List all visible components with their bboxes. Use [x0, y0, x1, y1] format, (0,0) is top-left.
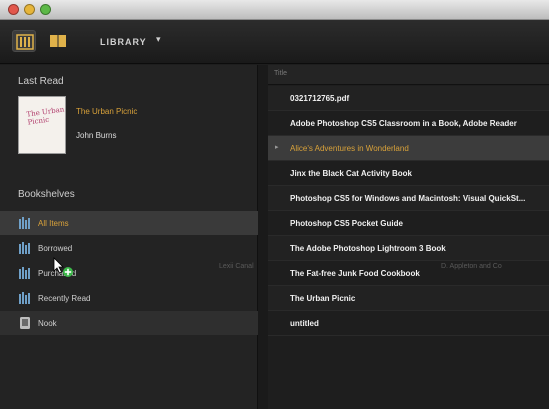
toolbar: LIBRARY ▾	[0, 20, 549, 64]
close-window-button[interactable]	[8, 4, 19, 15]
last-read-book-cover[interactable]: The Urban Picnic	[18, 96, 66, 154]
reading-view-button[interactable]	[46, 30, 70, 52]
book-row[interactable]: Photoshop CS5 for Windows and Macintosh:…	[268, 186, 549, 211]
last-read-book-author: John Burns	[76, 131, 117, 140]
book-title: Adobe Photoshop CS5 Classroom in a Book,…	[290, 119, 517, 128]
title-bar	[0, 0, 549, 20]
last-read-heading: Last Read	[18, 76, 64, 87]
book-title: The Fat-free Junk Food Cookbook	[290, 269, 420, 278]
split-view-divider[interactable]	[258, 65, 268, 409]
book-title: untitled	[290, 319, 319, 328]
bookshelves-heading: Bookshelves	[18, 189, 75, 200]
bookshelf-grid-icon	[16, 34, 34, 50]
book-title: Photoshop CS5 for Windows and Macintosh:…	[290, 194, 526, 203]
book-title: Photoshop CS5 Pocket Guide	[290, 219, 403, 228]
column-header-label: Title	[274, 70, 287, 77]
book-title: Jinx the Black Cat Activity Book	[290, 169, 412, 178]
shelf-label: Borrowed	[38, 244, 73, 253]
shelf-nook[interactable]: Nook	[0, 311, 258, 335]
app-window: LIBRARY ▾ Last Read The Urban Picnic The…	[0, 0, 549, 409]
bookshelf-view-button[interactable]	[12, 30, 36, 52]
bookshelf-icon	[19, 292, 30, 304]
shelf-recently-read[interactable]: Recently Read	[0, 286, 258, 310]
book-row[interactable]: 0321712765.pdf	[268, 86, 549, 111]
shelf-label: Recently Read	[38, 294, 91, 303]
row-disclosure-icon: ▸	[275, 144, 279, 151]
bookshelf-icon	[19, 267, 30, 279]
minimize-window-button[interactable]	[24, 4, 35, 15]
book-row[interactable]: The Fat-free Junk Food Cookbook	[268, 261, 549, 286]
shelf-all-items[interactable]: All Items	[0, 211, 258, 235]
book-row[interactable]: Photoshop CS5 Pocket Guide	[268, 211, 549, 236]
book-row[interactable]: The Adobe Photoshop Lightroom 3 Book	[268, 236, 549, 261]
book-list: Title 0321712765.pdf Adobe Photoshop CS5…	[268, 65, 549, 409]
book-row[interactable]: untitled	[268, 311, 549, 336]
book-title: The Adobe Photoshop Lightroom 3 Book	[290, 244, 446, 253]
column-header-title[interactable]: Title	[268, 65, 549, 85]
cover-title: The Urban Picnic	[26, 105, 65, 127]
open-book-icon	[50, 35, 66, 47]
bookshelf-icon	[19, 217, 30, 229]
book-title: Alice's Adventures in Wonderland	[290, 144, 409, 153]
drag-ghost-text: Lexii Canal	[219, 263, 254, 270]
book-row[interactable]: The Urban Picnic	[268, 286, 549, 311]
book-row[interactable]: Adobe Photoshop CS5 Classroom in a Book,…	[268, 111, 549, 136]
last-read-book-title[interactable]: The Urban Picnic	[76, 107, 137, 116]
shelf-borrowed[interactable]: Borrowed	[0, 236, 258, 260]
shelf-label: All Items	[38, 219, 69, 228]
device-icon	[20, 317, 30, 329]
book-row-selected[interactable]: ▸ Alice's Adventures in Wonderland	[268, 136, 549, 161]
book-row[interactable]: Jinx the Black Cat Activity Book	[268, 161, 549, 186]
chevron-down-icon[interactable]: ▾	[156, 34, 161, 45]
drag-copy-cursor-icon	[53, 257, 73, 277]
sidebar: Last Read The Urban Picnic The Urban Pic…	[0, 65, 258, 409]
drag-ghost-author: D. Appleton and Co	[441, 263, 502, 270]
zoom-window-button[interactable]	[40, 4, 51, 15]
bookshelf-icon	[19, 242, 30, 254]
library-menu-label[interactable]: LIBRARY	[100, 37, 147, 47]
shelf-label: Nook	[38, 319, 57, 328]
book-title: The Urban Picnic	[290, 294, 356, 303]
book-title: 0321712765.pdf	[290, 94, 350, 103]
